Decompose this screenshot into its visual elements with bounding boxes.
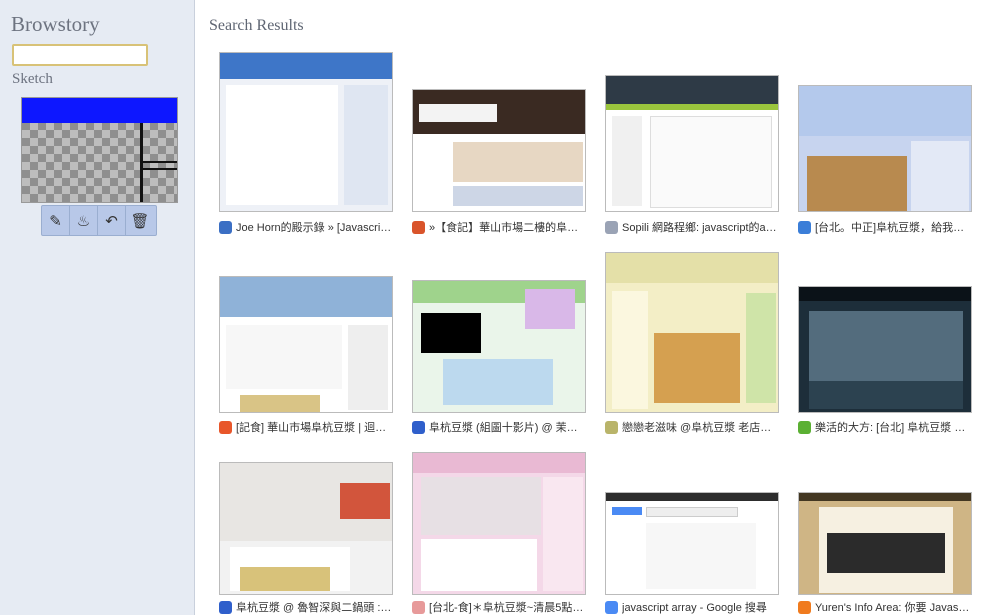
result-title[interactable]: [記食] 華山市場阜杭豆漿 | 迴紋… <box>219 419 393 435</box>
result-title[interactable]: 阜杭豆漿 (組圖十影片) @ 茉莉… <box>412 419 586 435</box>
favicon-icon <box>219 600 232 614</box>
result-thumbnail[interactable] <box>605 252 779 413</box>
favicon-icon <box>219 220 232 234</box>
result-title[interactable]: javascript array - Google 搜尋 <box>605 599 779 615</box>
search-input[interactable] <box>12 44 148 66</box>
result-thumbnail[interactable] <box>798 85 972 212</box>
result-title[interactable]: Joe Horn的殿示錄 » [Javascript]… <box>219 219 393 235</box>
sketch-canvas[interactable] <box>21 97 178 203</box>
undo-icon[interactable]: ↶ <box>98 206 126 235</box>
sketch-stroke-horizontal-2 <box>143 168 177 170</box>
fill-bucket-icon[interactable]: ♨ <box>70 206 98 235</box>
result-thumbnail[interactable] <box>798 286 972 413</box>
result-title[interactable]: Sopili 網路程鄉: javascript的arra… <box>605 219 779 235</box>
trash-icon[interactable]: 🗑 <box>126 206 154 235</box>
pencil-icon[interactable]: ✎ <box>42 206 70 235</box>
sketch-label: Sketch <box>12 71 53 87</box>
favicon-icon <box>412 420 425 434</box>
result-title[interactable]: 戀戀老滋味 @阜杭豆漿 老店新… <box>605 419 779 435</box>
result-thumbnail[interactable] <box>798 492 972 595</box>
favicon-icon <box>219 420 232 434</box>
favicon-icon <box>412 220 425 234</box>
favicon-icon <box>412 600 425 614</box>
sidebar: Browstory Sketch ✎ ♨ ↶ 🗑 <box>0 0 195 615</box>
result-title[interactable]: 樂活的大方: [台北] 阜杭豆漿 @… <box>798 419 972 435</box>
result-thumbnail[interactable] <box>219 52 393 212</box>
sketch-stroke-horizontal <box>143 161 177 163</box>
app-title: Browstory <box>11 12 100 36</box>
favicon-icon <box>605 420 618 434</box>
sketch-toolbar: ✎ ♨ ↶ 🗑 <box>41 205 157 236</box>
favicon-icon <box>798 220 811 234</box>
result-thumbnail[interactable] <box>412 280 586 413</box>
favicon-icon <box>605 600 618 614</box>
sketch-stroke-blue <box>22 98 177 123</box>
result-thumbnail[interactable] <box>412 452 586 595</box>
result-title[interactable]: [台北-食]＊阜杭豆漿~清晨5點… <box>412 599 586 615</box>
result-title[interactable]: [台北。中正]阜杭豆漿，給我一… <box>798 219 972 235</box>
favicon-icon <box>798 420 811 434</box>
result-thumbnail[interactable] <box>219 462 393 595</box>
result-thumbnail[interactable] <box>412 89 586 212</box>
result-thumbnail[interactable] <box>605 492 779 595</box>
result-title[interactable]: Yuren's Info Area: 你要 Javascrip… <box>798 599 972 615</box>
result-title[interactable]: »【食記】華山市場二樓的阜杭… <box>412 219 586 235</box>
result-title[interactable]: 阜杭豆漿 @ 魯智深與二鍋頭 :: … <box>219 599 393 615</box>
result-thumbnail[interactable] <box>605 75 779 212</box>
favicon-icon <box>605 220 618 234</box>
favicon-icon <box>798 600 811 614</box>
result-thumbnail[interactable] <box>219 276 393 413</box>
results-heading: Search Results <box>209 17 304 34</box>
